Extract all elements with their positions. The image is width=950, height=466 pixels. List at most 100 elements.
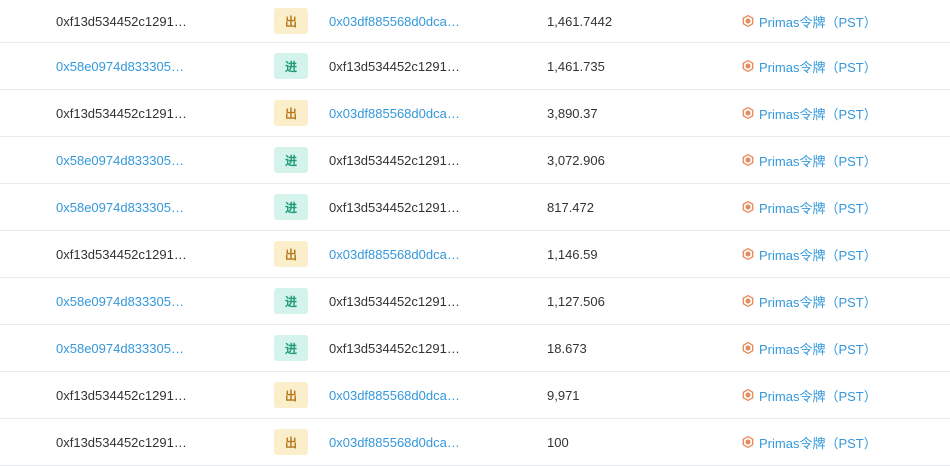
direction-in-badge: 进 — [274, 194, 308, 220]
from-address-cell: 0x58e0974d833305… — [56, 43, 256, 89]
token-name: Primas令牌（PST） — [759, 200, 877, 216]
to-address-cell: 0x03df885568d0dca… — [329, 90, 529, 136]
primas-hex-icon — [742, 248, 754, 260]
from-address[interactable]: 0x58e0974d833305… — [56, 59, 184, 74]
to-address[interactable]: 0x03df885568d0dca… — [329, 106, 460, 121]
from-address-cell: 0xf13d534452c1291… — [56, 372, 256, 418]
primas-hex-icon — [742, 107, 754, 119]
token-link[interactable]: Primas令牌（PST） — [742, 151, 877, 170]
direction-cell: 出 — [274, 90, 314, 136]
direction-cell: 进 — [274, 325, 314, 371]
token-cell: Primas令牌（PST） — [742, 325, 942, 371]
from-address: 0xf13d534452c1291… — [56, 105, 187, 121]
to-address[interactable]: 0x03df885568d0dca… — [329, 435, 460, 450]
from-address[interactable]: 0x58e0974d833305… — [56, 341, 184, 356]
to-address-cell: 0xf13d534452c1291… — [329, 43, 529, 89]
quantity-cell: 1,127.506 — [547, 278, 697, 324]
from-address-cell: 0x58e0974d833305… — [56, 184, 256, 230]
table-row: 0xf13d534452c1291… 出 0x03df885568d0dca… … — [0, 419, 950, 466]
token-link[interactable]: Primas令牌（PST） — [742, 104, 877, 123]
table-row: 0x58e0974d833305… 进 0xf13d534452c1291… 3… — [0, 137, 950, 184]
direction-in-badge: 进 — [274, 53, 308, 79]
quantity-cell: 3,890.37 — [547, 90, 697, 136]
quantity-cell: 9,971 — [547, 372, 697, 418]
quantity-cell: 1,146.59 — [547, 231, 697, 277]
from-address[interactable]: 0x58e0974d833305… — [56, 200, 184, 215]
to-address[interactable]: 0x03df885568d0dca… — [329, 247, 460, 262]
token-cell: Primas令牌（PST） — [742, 419, 942, 465]
direction-cell: 进 — [274, 137, 314, 183]
to-address[interactable]: 0x03df885568d0dca… — [329, 14, 460, 29]
token-cell: Primas令牌（PST） — [742, 0, 942, 42]
token-name: Primas令牌（PST） — [759, 294, 877, 310]
token-link[interactable]: Primas令牌（PST） — [742, 57, 877, 76]
direction-out-badge: 出 — [274, 100, 308, 126]
token-name: Primas令牌（PST） — [759, 153, 877, 169]
token-link[interactable]: Primas令牌（PST） — [742, 339, 877, 358]
quantity-cell: 1,461.735 — [547, 43, 697, 89]
direction-cell: 出 — [274, 372, 314, 418]
direction-cell: 出 — [274, 419, 314, 465]
token-link[interactable]: Primas令牌（PST） — [742, 433, 877, 452]
token-link[interactable]: Primas令牌（PST） — [742, 12, 877, 31]
primas-hex-icon — [742, 60, 754, 72]
quantity-value: 1,461.735 — [547, 58, 605, 74]
from-address: 0xf13d534452c1291… — [56, 13, 187, 29]
table-row: 0xf13d534452c1291… 出 0x03df885568d0dca… … — [0, 0, 950, 43]
quantity-cell: 18.673 — [547, 325, 697, 371]
direction-cell: 进 — [274, 278, 314, 324]
quantity-value: 18.673 — [547, 340, 587, 356]
token-cell: Primas令牌（PST） — [742, 372, 942, 418]
primas-hex-icon — [742, 154, 754, 166]
direction-cell: 出 — [274, 0, 314, 42]
token-name: Primas令牌（PST） — [759, 106, 877, 122]
table-row: 0xf13d534452c1291… 出 0x03df885568d0dca… … — [0, 372, 950, 419]
from-address[interactable]: 0x58e0974d833305… — [56, 294, 184, 309]
direction-cell: 进 — [274, 184, 314, 230]
from-address-cell: 0xf13d534452c1291… — [56, 419, 256, 465]
from-address-cell: 0x58e0974d833305… — [56, 325, 256, 371]
to-address-cell: 0xf13d534452c1291… — [329, 184, 529, 230]
to-address-cell: 0x03df885568d0dca… — [329, 231, 529, 277]
direction-out-badge: 出 — [274, 8, 308, 34]
direction-out-badge: 出 — [274, 429, 308, 455]
token-link[interactable]: Primas令牌（PST） — [742, 245, 877, 264]
token-link[interactable]: Primas令牌（PST） — [742, 386, 877, 405]
from-address-cell: 0xf13d534452c1291… — [56, 0, 256, 42]
direction-cell: 出 — [274, 231, 314, 277]
to-address: 0xf13d534452c1291… — [329, 58, 460, 74]
to-address-cell: 0xf13d534452c1291… — [329, 137, 529, 183]
from-address: 0xf13d534452c1291… — [56, 387, 187, 403]
token-link[interactable]: Primas令牌（PST） — [742, 292, 877, 311]
quantity-value: 9,971 — [547, 387, 580, 403]
to-address-cell: 0x03df885568d0dca… — [329, 0, 529, 42]
token-name: Primas令牌（PST） — [759, 435, 877, 451]
direction-in-badge: 进 — [274, 147, 308, 173]
from-address: 0xf13d534452c1291… — [56, 434, 187, 450]
from-address-cell: 0xf13d534452c1291… — [56, 231, 256, 277]
quantity-cell: 100 — [547, 419, 697, 465]
token-name: Primas令牌（PST） — [759, 388, 877, 404]
table-row: 0xf13d534452c1291… 出 0x03df885568d0dca… … — [0, 231, 950, 278]
to-address[interactable]: 0x03df885568d0dca… — [329, 388, 460, 403]
quantity-value: 3,890.37 — [547, 105, 598, 121]
transfers-table: 0xf13d534452c1291… 出 0x03df885568d0dca… … — [0, 0, 950, 466]
quantity-value: 1,146.59 — [547, 246, 598, 262]
quantity-value: 817.472 — [547, 199, 594, 215]
from-address[interactable]: 0x58e0974d833305… — [56, 153, 184, 168]
to-address: 0xf13d534452c1291… — [329, 199, 460, 215]
to-address-cell: 0x03df885568d0dca… — [329, 419, 529, 465]
token-link[interactable]: Primas令牌（PST） — [742, 198, 877, 217]
token-name: Primas令牌（PST） — [759, 14, 877, 30]
quantity-value: 100 — [547, 434, 569, 450]
quantity-value: 1,461.7442 — [547, 13, 613, 29]
primas-hex-icon — [742, 436, 754, 448]
from-address-cell: 0x58e0974d833305… — [56, 137, 256, 183]
token-cell: Primas令牌（PST） — [742, 278, 942, 324]
token-cell: Primas令牌（PST） — [742, 43, 942, 89]
primas-hex-icon — [742, 295, 754, 307]
direction-out-badge: 出 — [274, 382, 308, 408]
to-address-cell: 0xf13d534452c1291… — [329, 278, 529, 324]
quantity-value: 1,127.506 — [547, 293, 605, 309]
table-row: 0xf13d534452c1291… 出 0x03df885568d0dca… … — [0, 90, 950, 137]
